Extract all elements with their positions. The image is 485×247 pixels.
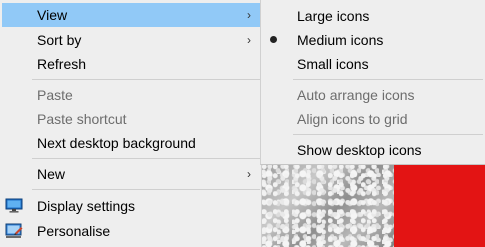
menu-item-label: Personalise bbox=[37, 223, 111, 239]
menu-item-label: Paste shortcut bbox=[37, 111, 127, 127]
submenu-item-small-icons[interactable]: Small icons bbox=[263, 52, 484, 76]
submenu-item-large-icons[interactable]: Large icons bbox=[263, 4, 484, 28]
menu-item-label: Refresh bbox=[37, 56, 87, 72]
menu-item-paste: Paste bbox=[2, 83, 260, 107]
menu-item-label: New bbox=[37, 166, 66, 182]
view-submenu: Large icons Medium icons Small icons Aut… bbox=[260, 0, 485, 165]
submenu-item-auto-arrange-icons: Auto arrange icons bbox=[263, 83, 484, 107]
submenu-separator bbox=[293, 134, 483, 135]
desktop-context-menu: View › Sort by › Refresh Paste Paste sho… bbox=[0, 0, 262, 247]
submenu-item-label: Align icons to grid bbox=[297, 111, 408, 127]
menu-item-next-desktop-background[interactable]: Next desktop background bbox=[2, 131, 260, 155]
menu-item-refresh[interactable]: Refresh bbox=[2, 52, 260, 76]
menu-item-label: View bbox=[37, 7, 68, 23]
submenu-item-label: Large icons bbox=[297, 8, 370, 24]
menu-item-paste-shortcut: Paste shortcut bbox=[2, 107, 260, 131]
desktop-background bbox=[262, 164, 485, 247]
radio-bullet-icon bbox=[270, 36, 277, 43]
submenu-item-show-desktop-icons[interactable]: Show desktop icons bbox=[263, 138, 484, 162]
menu-item-label: Sort by bbox=[37, 32, 82, 48]
submenu-item-label: Small icons bbox=[297, 56, 369, 72]
chevron-right-icon: › bbox=[247, 8, 251, 22]
menu-item-label: Paste bbox=[37, 87, 73, 103]
menu-separator bbox=[32, 79, 260, 80]
chevron-right-icon: › bbox=[247, 167, 251, 181]
display-settings-icon bbox=[5, 197, 23, 215]
desktop-wallpaper-red bbox=[394, 164, 485, 247]
submenu-item-label: Medium icons bbox=[297, 32, 384, 48]
desktop-wallpaper-snow bbox=[262, 164, 394, 247]
menu-item-label: Next desktop background bbox=[37, 135, 196, 151]
menu-separator bbox=[32, 158, 260, 159]
submenu-separator bbox=[293, 79, 483, 80]
submenu-item-medium-icons[interactable]: Medium icons bbox=[263, 28, 484, 52]
menu-separator bbox=[32, 189, 260, 190]
personalise-icon bbox=[5, 222, 23, 240]
menu-item-sort-by[interactable]: Sort by › bbox=[2, 28, 260, 52]
menu-item-label: Display settings bbox=[37, 198, 136, 214]
menu-item-display-settings[interactable]: Display settings bbox=[2, 194, 260, 218]
chevron-right-icon: › bbox=[247, 33, 251, 47]
submenu-item-label: Auto arrange icons bbox=[297, 87, 415, 103]
menu-item-personalise[interactable]: Personalise bbox=[2, 219, 260, 243]
menu-item-view[interactable]: View › bbox=[2, 3, 260, 27]
submenu-item-label: Show desktop icons bbox=[297, 142, 422, 158]
menu-item-new[interactable]: New › bbox=[2, 162, 260, 186]
submenu-item-align-icons-to-grid: Align icons to grid bbox=[263, 107, 484, 131]
